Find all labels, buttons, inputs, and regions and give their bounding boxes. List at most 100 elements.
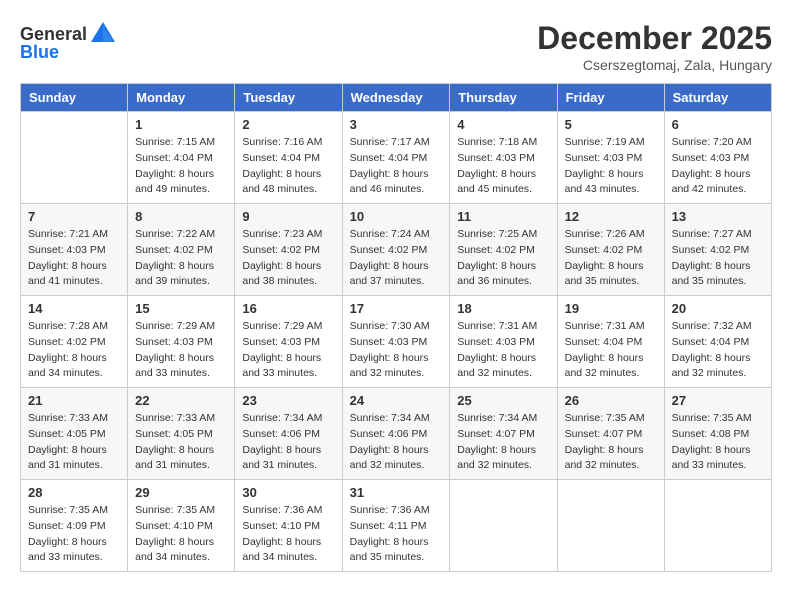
day-number: 11 — [457, 209, 549, 224]
day-number: 30 — [242, 485, 334, 500]
calendar-day-cell: 15Sunrise: 7:29 AM Sunset: 4:03 PM Dayli… — [128, 296, 235, 388]
day-number: 3 — [350, 117, 443, 132]
empty-cell — [557, 480, 664, 572]
calendar-day-cell: 14 Sunrise: 7:28 AM Sunset: 4:02 PM Dayli… — [21, 296, 128, 388]
day-number: 10 — [350, 209, 443, 224]
calendar-day-cell: 12Sunrise: 7:26 AM Sunset: 4:02 PM Dayli… — [557, 204, 664, 296]
day-number: 24 — [350, 393, 443, 408]
day-info: Sunrise: 7:36 AM Sunset: 4:11 PM Dayligh… — [350, 503, 443, 566]
day-number: 17 — [350, 301, 443, 316]
page-header: General Blue December 2025 Cserszegtomaj… — [20, 20, 772, 73]
day-number: 20 — [672, 301, 764, 316]
calendar-table: SundayMondayTuesdayWednesdayThursdayFrid… — [20, 83, 772, 572]
calendar-day-cell: 11 Sunrise: 7:25 AM Sunset: 4:02 PM Dayli… — [450, 204, 557, 296]
logo: General Blue — [20, 20, 117, 63]
day-number: 4 — [457, 117, 549, 132]
day-number: 21 — [28, 393, 120, 408]
day-info: Sunrise: 7:21 AM Sunset: 4:03 PM Dayligh… — [28, 227, 120, 290]
day-info: Sunrise: 7:33 AM Sunset: 4:05 PM Dayligh… — [28, 411, 120, 474]
calendar-day-cell: 23 Sunrise: 7:34 AM Sunset: 4:06 PM Dayli… — [235, 388, 342, 480]
weekday-header-row: SundayMondayTuesdayWednesdayThursdayFrid… — [21, 84, 772, 112]
day-number: 29 — [135, 485, 227, 500]
day-info: Sunrise: 7:32 AM Sunset: 4:04 PM Dayligh… — [672, 319, 764, 382]
logo-blue-text: Blue — [20, 42, 59, 63]
day-info: Sunrise: 7:22 AM Sunset: 4:02 PM Dayligh… — [135, 227, 227, 290]
calendar-week-row: 21 Sunrise: 7:33 AM Sunset: 4:05 PM Dayli… — [21, 388, 772, 480]
weekday-header-tuesday: Tuesday — [235, 84, 342, 112]
empty-cell — [21, 112, 128, 204]
day-number: 16 — [242, 301, 334, 316]
day-info: Sunrise: 7:35 AM Sunset: 4:09 PM Dayligh… — [28, 503, 120, 566]
day-info: Sunrise: 7:30 AM Sunset: 4:03 PM Dayligh… — [350, 319, 443, 382]
day-number: 1 — [135, 117, 227, 132]
day-number: 28 — [28, 485, 120, 500]
logo-icon — [89, 20, 117, 48]
weekday-header-monday: Monday — [128, 84, 235, 112]
day-info: Sunrise: 7:17 AM Sunset: 4:04 PM Dayligh… — [350, 135, 443, 198]
title-section: December 2025 Cserszegtomaj, Zala, Hunga… — [537, 20, 772, 73]
day-number: 25 — [457, 393, 549, 408]
calendar-week-row: 7 Sunrise: 7:21 AM Sunset: 4:03 PM Daylig… — [21, 204, 772, 296]
empty-cell — [450, 480, 557, 572]
day-info: Sunrise: 7:35 AM Sunset: 4:07 PM Dayligh… — [565, 411, 657, 474]
weekday-header-saturday: Saturday — [664, 84, 771, 112]
day-number: 18 — [457, 301, 549, 316]
day-info: Sunrise: 7:27 AM Sunset: 4:02 PM Dayligh… — [672, 227, 764, 290]
weekday-header-sunday: Sunday — [21, 84, 128, 112]
day-number: 6 — [672, 117, 764, 132]
day-number: 19 — [565, 301, 657, 316]
day-number: 2 — [242, 117, 334, 132]
calendar-day-cell: 17 Sunrise: 7:30 AM Sunset: 4:03 PM Dayli… — [342, 296, 450, 388]
calendar-day-cell: 20 Sunrise: 7:32 AM Sunset: 4:04 PM Dayli… — [664, 296, 771, 388]
day-number: 7 — [28, 209, 120, 224]
calendar-day-cell: 5 Sunrise: 7:19 AM Sunset: 4:03 PM Daylig… — [557, 112, 664, 204]
calendar-day-cell: 24Sunrise: 7:34 AM Sunset: 4:06 PM Dayli… — [342, 388, 450, 480]
calendar-day-cell: 6 Sunrise: 7:20 AM Sunset: 4:03 PM Daylig… — [664, 112, 771, 204]
day-number: 31 — [350, 485, 443, 500]
day-number: 27 — [672, 393, 764, 408]
day-info: Sunrise: 7:31 AM Sunset: 4:04 PM Dayligh… — [565, 319, 657, 382]
day-info: Sunrise: 7:34 AM Sunset: 4:06 PM Dayligh… — [242, 411, 334, 474]
calendar-day-cell: 26 Sunrise: 7:35 AM Sunset: 4:07 PM Dayli… — [557, 388, 664, 480]
calendar-day-cell: 1Sunrise: 7:15 AM Sunset: 4:04 PM Daylig… — [128, 112, 235, 204]
day-number: 13 — [672, 209, 764, 224]
day-number: 8 — [135, 209, 227, 224]
weekday-header-friday: Friday — [557, 84, 664, 112]
day-number: 14 — [28, 301, 120, 316]
calendar-day-cell: 21 Sunrise: 7:33 AM Sunset: 4:05 PM Dayli… — [21, 388, 128, 480]
day-info: Sunrise: 7:24 AM Sunset: 4:02 PM Dayligh… — [350, 227, 443, 290]
day-number: 5 — [565, 117, 657, 132]
day-number: 9 — [242, 209, 334, 224]
calendar-day-cell: 9 Sunrise: 7:23 AM Sunset: 4:02 PM Daylig… — [235, 204, 342, 296]
day-info: Sunrise: 7:28 AM Sunset: 4:02 PM Dayligh… — [28, 319, 120, 382]
day-info: Sunrise: 7:19 AM Sunset: 4:03 PM Dayligh… — [565, 135, 657, 198]
calendar-day-cell: 25 Sunrise: 7:34 AM Sunset: 4:07 PM Dayli… — [450, 388, 557, 480]
day-info: Sunrise: 7:25 AM Sunset: 4:02 PM Dayligh… — [457, 227, 549, 290]
calendar-day-cell: 4 Sunrise: 7:18 AM Sunset: 4:03 PM Daylig… — [450, 112, 557, 204]
day-number: 12 — [565, 209, 657, 224]
day-info: Sunrise: 7:34 AM Sunset: 4:07 PM Dayligh… — [457, 411, 549, 474]
day-info: Sunrise: 7:35 AM Sunset: 4:08 PM Dayligh… — [672, 411, 764, 474]
month-title: December 2025 — [537, 20, 772, 57]
day-number: 26 — [565, 393, 657, 408]
day-info: Sunrise: 7:16 AM Sunset: 4:04 PM Dayligh… — [242, 135, 334, 198]
calendar-day-cell: 13 Sunrise: 7:27 AM Sunset: 4:02 PM Dayli… — [664, 204, 771, 296]
day-info: Sunrise: 7:29 AM Sunset: 4:03 PM Dayligh… — [242, 319, 334, 382]
day-info: Sunrise: 7:23 AM Sunset: 4:02 PM Dayligh… — [242, 227, 334, 290]
calendar-day-cell: 2 Sunrise: 7:16 AM Sunset: 4:04 PM Daylig… — [235, 112, 342, 204]
calendar-day-cell: 18 Sunrise: 7:31 AM Sunset: 4:03 PM Dayli… — [450, 296, 557, 388]
day-number: 22 — [135, 393, 227, 408]
day-info: Sunrise: 7:31 AM Sunset: 4:03 PM Dayligh… — [457, 319, 549, 382]
calendar-day-cell: 27 Sunrise: 7:35 AM Sunset: 4:08 PM Dayli… — [664, 388, 771, 480]
empty-cell — [664, 480, 771, 572]
calendar-day-cell: 16 Sunrise: 7:29 AM Sunset: 4:03 PM Dayli… — [235, 296, 342, 388]
day-info: Sunrise: 7:20 AM Sunset: 4:03 PM Dayligh… — [672, 135, 764, 198]
day-number: 23 — [242, 393, 334, 408]
weekday-header-thursday: Thursday — [450, 84, 557, 112]
calendar-day-cell: 7 Sunrise: 7:21 AM Sunset: 4:03 PM Daylig… — [21, 204, 128, 296]
calendar-day-cell: 8 Sunrise: 7:22 AM Sunset: 4:02 PM Daylig… — [128, 204, 235, 296]
calendar-day-cell: 28 Sunrise: 7:35 AM Sunset: 4:09 PM Dayli… — [21, 480, 128, 572]
day-info: Sunrise: 7:18 AM Sunset: 4:03 PM Dayligh… — [457, 135, 549, 198]
calendar-day-cell: 29Sunrise: 7:35 AM Sunset: 4:10 PM Dayli… — [128, 480, 235, 572]
calendar-day-cell: 3 Sunrise: 7:17 AM Sunset: 4:04 PM Daylig… — [342, 112, 450, 204]
